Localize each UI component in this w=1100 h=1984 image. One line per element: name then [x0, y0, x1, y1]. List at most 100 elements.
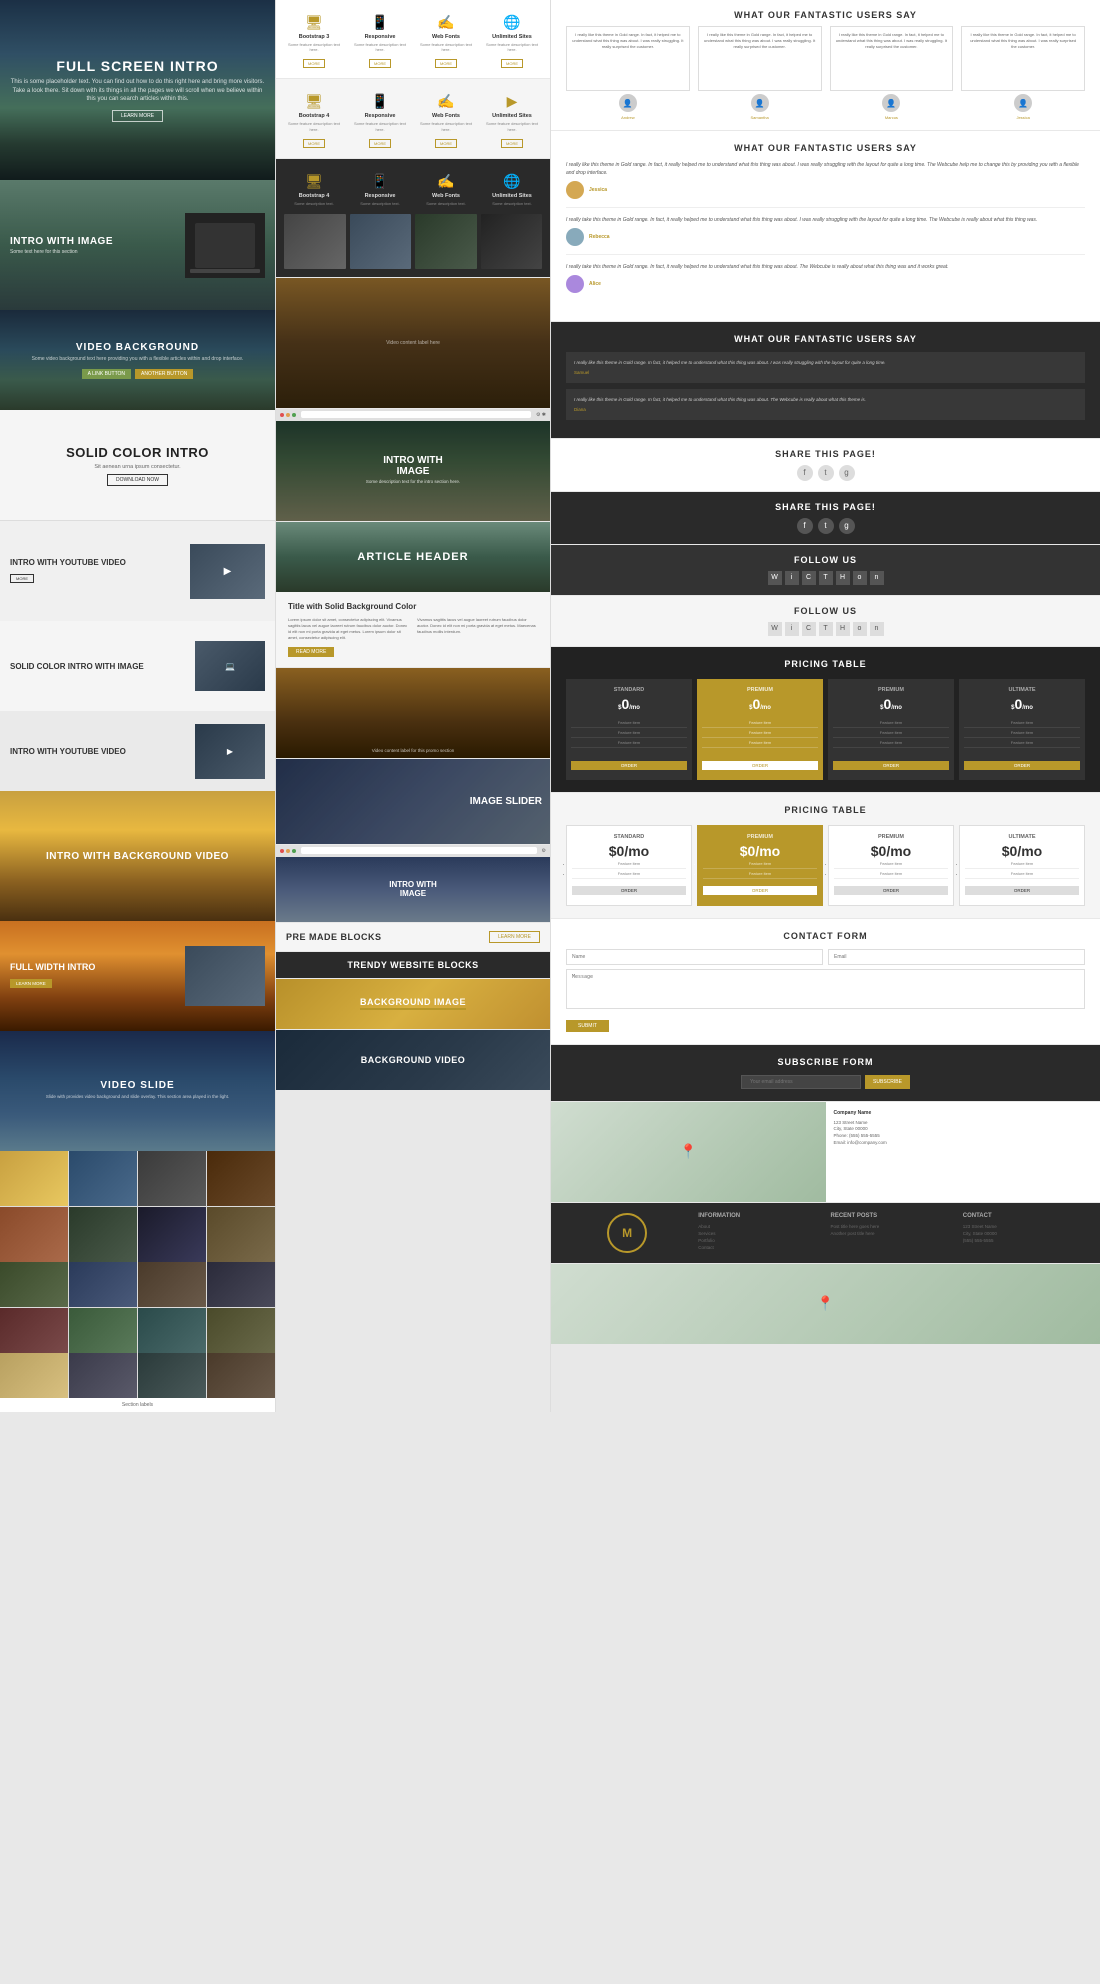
pricing-light-btn-1[interactable]: ORDER	[572, 886, 686, 895]
screenshot-1[interactable]	[284, 214, 346, 269]
screenshot-4[interactable]	[481, 214, 543, 269]
follow-pinterest-icon[interactable]: T	[819, 571, 833, 585]
video-bg-btn1[interactable]: A LINK BUTTON	[82, 369, 131, 379]
footer-link-2[interactable]: Services	[698, 1231, 820, 1236]
gallery-cell2-1[interactable]	[0, 1262, 68, 1307]
intro-youtube-section: INTRO WITH YOUTUBE VIDEO MORE ▶	[0, 521, 275, 621]
gallery-cell-6[interactable]	[69, 1207, 137, 1262]
read-more-button[interactable]: READ MORE	[288, 647, 334, 657]
browser-url-bar[interactable]	[301, 411, 531, 418]
feature2-btn-2[interactable]: MORE	[369, 139, 391, 148]
trendy-blocks-section: TRENDY WEBSITE BLOCKS	[276, 952, 550, 978]
feature2-btn-3[interactable]: MORE	[435, 139, 457, 148]
gallery-cell2-5[interactable]	[0, 1308, 68, 1353]
footer-link-4[interactable]: Contact	[698, 1245, 820, 1250]
gallery-cell-7[interactable]	[138, 1207, 206, 1262]
contact-email-input[interactable]	[828, 949, 1085, 965]
premade-btn[interactable]: LEARN MORE	[489, 931, 540, 943]
gallery-cell2-6[interactable]	[69, 1308, 137, 1353]
follow-rss-icon[interactable]: n	[870, 571, 884, 585]
screenshot-3[interactable]	[415, 214, 477, 269]
background-video-title: BACKGROUND VIDEO	[361, 1055, 466, 1065]
gallery-cell2-8[interactable]	[207, 1308, 275, 1353]
facebook-share-icon[interactable]: f	[797, 465, 813, 481]
follow-light-instagram-icon[interactable]: C	[802, 622, 816, 636]
follow-facebook-icon[interactable]: W	[768, 571, 782, 585]
intro-youtube-btn[interactable]: MORE	[10, 574, 34, 583]
solid-color-intro-btn[interactable]: DOWNLOAD NOW	[107, 474, 168, 486]
facebook-share-dark-icon[interactable]: f	[797, 518, 813, 534]
pricing-light-btn-3[interactable]: ORDER	[834, 886, 948, 895]
pricing-light-price-3: $0/mo	[834, 843, 948, 859]
gallery-cell-1[interactable]	[0, 1151, 68, 1206]
google-share-icon[interactable]: g	[839, 465, 855, 481]
pricing-btn-premium2[interactable]: ORDER	[833, 761, 949, 770]
full-width-intro-btn[interactable]: LEARN MORE	[10, 979, 52, 988]
gallery-cell-8[interactable]	[207, 1207, 275, 1262]
footer-section: M INFORMATION About Services Portfolio C…	[551, 1203, 1100, 1263]
follow-light-youtube-icon[interactable]: H	[836, 622, 850, 636]
browser-url-bar-2[interactable]	[301, 847, 537, 854]
feature-item-2: 📱 Responsive Some feature description te…	[350, 14, 410, 70]
pricing-btn-premium[interactable]: ORDER	[702, 761, 818, 770]
subscribe-email-input[interactable]	[741, 1075, 861, 1089]
gallery-cell3-1[interactable]	[0, 1353, 68, 1398]
browser-intro-desc: Some description text for the intro sect…	[366, 479, 460, 484]
pricing-light-section: PRICING TABLE STANDARD $0/mo Feature ite…	[551, 793, 1100, 918]
follow-light-pinterest-icon[interactable]: T	[819, 622, 833, 636]
gallery-cell2-7[interactable]	[138, 1308, 206, 1353]
pricing-light-btn-2[interactable]: ORDER	[703, 886, 817, 895]
gallery-cell2-4[interactable]	[207, 1262, 275, 1307]
gallery-grid-2	[0, 1262, 275, 1353]
title-solid-bg-section: Title with Solid Background Color Lorem …	[276, 592, 550, 667]
contact-name-input[interactable]	[566, 949, 823, 965]
follow-twitter-icon[interactable]: i	[785, 571, 799, 585]
screenshot-2[interactable]	[350, 214, 412, 269]
pricing-light-btn-4[interactable]: ORDER	[965, 886, 1079, 895]
gallery-cell-4[interactable]	[207, 1151, 275, 1206]
follow-light-rss-icon[interactable]: n	[870, 622, 884, 636]
feature2-btn-1[interactable]: MORE	[303, 139, 325, 148]
follow-light-linkedin-icon[interactable]: o	[853, 622, 867, 636]
follow-light-twitter-icon[interactable]: i	[785, 622, 799, 636]
testimonial-large-3: I really take this theme in Gold range. …	[566, 263, 1085, 301]
gallery-cell3-3[interactable]	[138, 1353, 206, 1398]
browser-icons-2: ⚙	[542, 848, 546, 854]
follow-youtube-icon[interactable]: H	[836, 571, 850, 585]
gallery-cell3-4[interactable]	[207, 1353, 275, 1398]
responsive-icon: 📱	[350, 14, 410, 31]
feature-btn-4[interactable]: MORE	[501, 59, 523, 68]
gallery-cell2-3[interactable]	[138, 1262, 206, 1307]
feature-btn-3[interactable]: MORE	[435, 59, 457, 68]
pricing-btn-ultimate[interactable]: ORDER	[964, 761, 1080, 770]
feature2-title-1: Bootstrap 4	[284, 113, 344, 119]
contact-submit-button[interactable]: SUBMIT	[566, 1020, 609, 1032]
full-screen-intro-btn[interactable]: LEARN MORE	[112, 110, 163, 122]
footer-link-3[interactable]: Portfolio	[698, 1238, 820, 1243]
follow-light-facebook-icon[interactable]: W	[768, 622, 782, 636]
twitter-share-icon[interactable]: t	[818, 465, 834, 481]
video-bg-btn2[interactable]: ANOTHER BUTTON	[135, 369, 193, 379]
video-background-section: VIDEO BACKGROUND Some video background t…	[0, 310, 275, 410]
google-share-dark-icon[interactable]: g	[839, 518, 855, 534]
pricing-btn-standard[interactable]: ORDER	[571, 761, 687, 770]
subscribe-button[interactable]: SUBSCRIBE	[865, 1075, 910, 1089]
feature-btn-2[interactable]: MORE	[369, 59, 391, 68]
twitter-share-dark-icon[interactable]: t	[818, 518, 834, 534]
testimonial-large-avatar-3	[566, 275, 584, 293]
gallery-cell-3[interactable]	[138, 1151, 206, 1206]
follow-instagram-icon[interactable]: C	[802, 571, 816, 585]
feature-btn-1[interactable]: MORE	[303, 59, 325, 68]
gallery-cell-5[interactable]	[0, 1207, 68, 1262]
contact-form-title: CONTACT FORM	[566, 931, 1085, 941]
gallery-cell-2[interactable]	[69, 1151, 137, 1206]
pricing-light-plan-3: PREMIUM	[834, 834, 948, 840]
contact-message-input[interactable]	[566, 969, 1085, 1009]
map-footer-placeholder[interactable]: 📍	[551, 1264, 1100, 1344]
feature2-btn-4[interactable]: MORE	[501, 139, 523, 148]
gallery-cell3-2[interactable]	[69, 1353, 137, 1398]
gallery-cell2-2[interactable]	[69, 1262, 137, 1307]
map-visual[interactable]: 📍	[551, 1102, 826, 1202]
footer-link-1[interactable]: About	[698, 1224, 820, 1229]
follow-linkedin-icon[interactable]: o	[853, 571, 867, 585]
